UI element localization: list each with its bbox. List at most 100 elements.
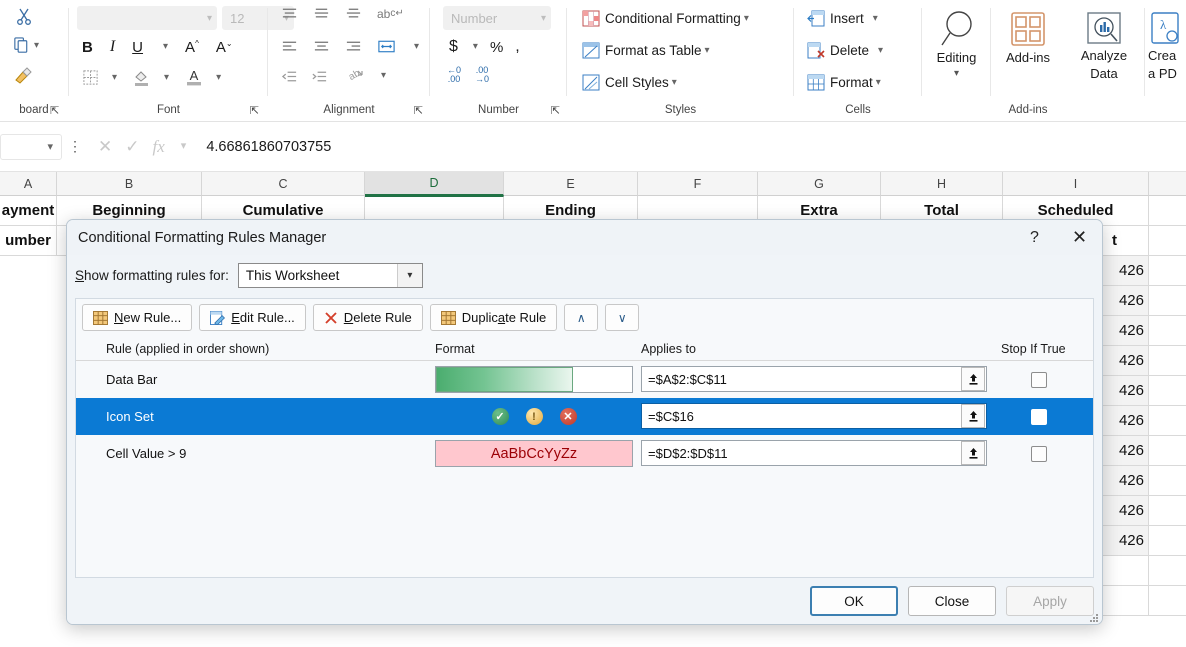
format-painter-icon[interactable]	[13, 66, 33, 86]
create-pdf-button[interactable]: λ	[1150, 12, 1182, 49]
cell-j12[interactable]	[1149, 526, 1186, 556]
underline-chevron-icon[interactable]: ▾	[163, 42, 168, 52]
align-center-icon[interactable]	[313, 39, 330, 55]
insert-function-icon[interactable]: fx	[153, 137, 165, 157]
close-button[interactable]: Close	[908, 586, 996, 616]
addins-button[interactable]	[1011, 12, 1045, 51]
move-rule-down-button[interactable]: ∨	[605, 304, 639, 331]
confirm-entry-icon[interactable]: ✓	[125, 137, 139, 157]
close-icon[interactable]: ✕	[1057, 220, 1102, 255]
cell-j5[interactable]	[1149, 316, 1186, 346]
column-header-h[interactable]: H	[881, 172, 1003, 196]
help-icon[interactable]: ?	[1012, 220, 1057, 255]
comma-style-button[interactable]: ,	[515, 38, 519, 56]
editing-button[interactable]	[937, 8, 977, 55]
align-bottom-icon[interactable]	[345, 6, 362, 22]
alignment-dialog-launcher-icon[interactable]: ⇱	[414, 104, 423, 117]
duplicate-rule-button[interactable]: Duplicate Rule	[430, 304, 558, 331]
rule-format-preview-iconset[interactable]: ✓ ! ✕	[435, 398, 633, 435]
bold-button[interactable]: B	[82, 39, 93, 56]
resize-grip[interactable]	[1087, 610, 1099, 622]
column-header-b[interactable]: B	[57, 172, 202, 196]
stop-if-true-checkbox[interactable]	[1031, 409, 1047, 425]
column-header-d[interactable]: D	[365, 172, 504, 196]
new-rule-button[interactable]: New Rule...	[82, 304, 192, 331]
stop-if-true-checkbox[interactable]	[1031, 372, 1047, 388]
decrease-font-size-button[interactable]: A⌄	[216, 39, 233, 56]
chevron-down-icon[interactable]: ▾	[397, 264, 422, 287]
orientation-icon[interactable]: ab	[347, 68, 365, 84]
clipboard-dialog-launcher-icon[interactable]: ⇱	[50, 104, 59, 117]
align-left-icon[interactable]	[281, 39, 298, 55]
stop-if-true-checkbox[interactable]	[1031, 446, 1047, 462]
name-box[interactable]: ▾	[0, 134, 62, 160]
applies-to-field[interactable]: =$D$2:$D$11	[641, 440, 987, 466]
range-selector-icon[interactable]	[961, 367, 985, 391]
dialog-title-bar[interactable]: Conditional Formatting Rules Manager ? ✕	[67, 220, 1102, 255]
italic-button[interactable]: I	[110, 38, 115, 56]
move-rule-up-button[interactable]: ∧	[564, 304, 598, 331]
cell-j2[interactable]	[1149, 226, 1186, 256]
cell-j13[interactable]	[1149, 556, 1186, 586]
cell-j8[interactable]	[1149, 406, 1186, 436]
conditional-formatting-button[interactable]: Conditional Formatting ▾	[578, 8, 753, 29]
delete-rule-button[interactable]: Delete Rule	[313, 304, 423, 331]
rule-row-cell-value[interactable]: Cell Value > 9 AaBbCcYyZz =$D$2:$D$11	[76, 435, 1093, 472]
editing-chevron-icon[interactable]: ▾	[923, 68, 990, 79]
copy-button[interactable]: ▾	[12, 36, 39, 55]
column-header-i[interactable]: I	[1003, 172, 1149, 196]
copy-chevron-icon[interactable]: ▾	[34, 41, 39, 51]
merge-and-center-icon[interactable]	[377, 38, 396, 55]
number-dialog-launcher-icon[interactable]: ⇱	[551, 104, 560, 117]
increase-decimal-icon[interactable]: .00→0	[475, 66, 489, 85]
chevron-down-icon[interactable]: ▾	[876, 78, 881, 88]
number-format-combo[interactable]: Number ▾	[443, 6, 551, 30]
align-middle-icon[interactable]	[313, 6, 330, 22]
cancel-entry-icon[interactable]: ✕	[98, 137, 112, 157]
cell-j11[interactable]	[1149, 496, 1186, 526]
chevron-down-icon[interactable]: ▾	[672, 78, 677, 88]
rule-row-data-bar[interactable]: Data Bar =$A$2:$C$11	[76, 361, 1093, 398]
underline-button[interactable]: U	[132, 39, 143, 56]
chevron-down-icon[interactable]: ▾	[181, 141, 187, 152]
format-button[interactable]: Format ▾	[803, 72, 885, 93]
cell-j7[interactable]	[1149, 376, 1186, 406]
cell-j10[interactable]	[1149, 466, 1186, 496]
cut-icon[interactable]	[14, 6, 34, 26]
chevron-down-icon[interactable]: ▾	[744, 14, 749, 24]
analyze-data-button[interactable]	[1087, 12, 1121, 49]
formula-bar-options-icon[interactable]: ⋮	[62, 138, 88, 155]
decrease-decimal-icon[interactable]: ←0.00	[447, 66, 461, 85]
delete-button[interactable]: Delete ▾	[803, 40, 887, 61]
borders-icon[interactable]	[82, 69, 99, 86]
column-header-a[interactable]: A	[0, 172, 57, 196]
chevron-down-icon[interactable]: ▾	[873, 14, 878, 24]
font-dialog-launcher-icon[interactable]: ⇱	[250, 104, 259, 117]
chevron-down-icon[interactable]: ▾	[705, 46, 710, 56]
cell-j6[interactable]	[1149, 346, 1186, 376]
range-selector-icon[interactable]	[961, 404, 985, 428]
fill-color-icon[interactable]	[133, 68, 151, 87]
chevron-down-icon[interactable]: ▾	[47, 140, 53, 153]
font-color-icon[interactable]: A	[185, 68, 203, 87]
decrease-indent-icon[interactable]	[281, 69, 298, 84]
merge-chevron-icon[interactable]: ▾	[414, 42, 419, 52]
formula-input[interactable]: 4.66861860703755	[196, 133, 1178, 161]
range-selector-icon[interactable]	[961, 441, 985, 465]
column-header-c[interactable]: C	[202, 172, 365, 196]
fill-color-chevron-icon[interactable]: ▾	[164, 73, 169, 83]
chevron-down-icon[interactable]: ▾	[878, 46, 883, 56]
wrap-text-icon[interactable]: abc↵	[377, 8, 404, 20]
insert-button[interactable]: Insert ▾	[803, 8, 882, 29]
font-color-chevron-icon[interactable]: ▾	[216, 73, 221, 83]
align-top-icon[interactable]	[281, 6, 298, 22]
edit-rule-button[interactable]: Edit Rule...	[199, 304, 306, 331]
currency-button[interactable]: $	[449, 38, 458, 56]
column-header-g[interactable]: G	[758, 172, 881, 196]
rule-row-icon-set[interactable]: Icon Set ✓ ! ✕ =$C$16	[76, 398, 1093, 435]
increase-indent-icon[interactable]	[311, 69, 328, 84]
currency-chevron-icon[interactable]: ▾	[473, 42, 478, 52]
borders-chevron-icon[interactable]: ▾	[112, 73, 117, 83]
cell-a2[interactable]: umber	[0, 226, 57, 256]
orientation-chevron-icon[interactable]: ▾	[381, 71, 386, 81]
